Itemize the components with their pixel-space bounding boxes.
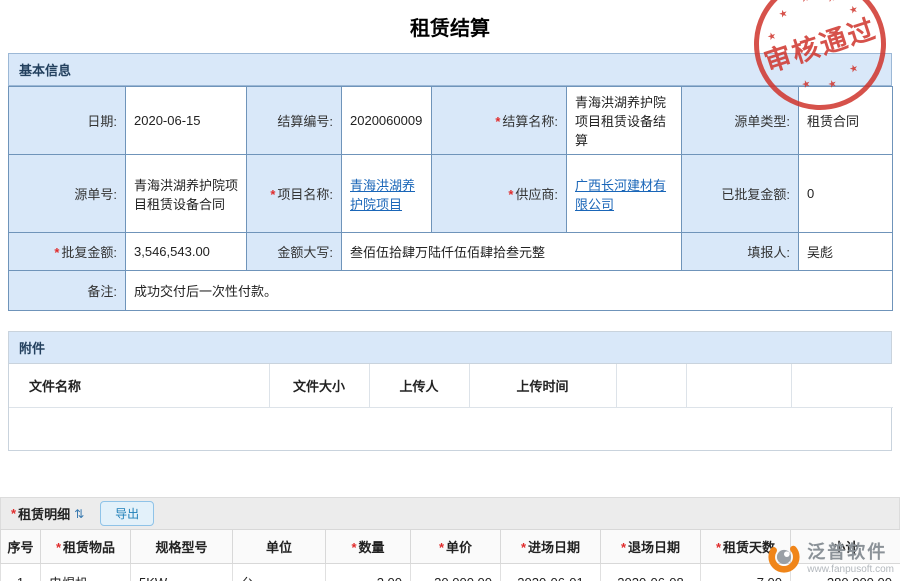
basic-info-table: 日期: 2020-06-15 结算编号: 2020060009 *结算名称: 青… xyxy=(8,86,893,311)
cell-unit: 台 xyxy=(233,564,326,581)
settle-no-value: 2020060009 xyxy=(342,87,432,155)
col-price: *单价 xyxy=(411,530,501,564)
cell-item: 电焊机 xyxy=(41,564,131,581)
col-empty xyxy=(791,364,893,408)
detail-header-row: 序号 *租赁物品 规格型号 单位 *数量 *单价 *进场日期 *退场日期 *租赁… xyxy=(1,530,900,564)
approved-amount-label: 已批复金额: xyxy=(682,155,799,233)
settle-name-value: 青海洪湖养护院项目租赁设备结算 xyxy=(567,87,682,155)
required-asterisk: * xyxy=(621,540,626,555)
col-file-size: 文件大小 xyxy=(269,364,369,408)
rental-detail-bar: * 租赁明细 ⇅ 导出 xyxy=(0,497,900,529)
col-enter-date: *进场日期 xyxy=(501,530,601,564)
settle-no-label: 结算编号: xyxy=(247,87,342,155)
basic-info-section: 基本信息 日期: 2020-06-15 结算编号: 2020060009 *结算… xyxy=(8,53,892,311)
cell-seq: 1 xyxy=(1,564,41,581)
reporter-label: 填报人: xyxy=(682,233,799,271)
sort-arrows-icon[interactable]: ⇅ xyxy=(74,507,84,521)
attachments-header: 附件 xyxy=(9,332,891,364)
amount-caps-value: 叁佰伍拾肆万陆仟伍佰肆拾叁元整 xyxy=(342,233,682,271)
required-asterisk: * xyxy=(56,540,61,555)
project-label: *项目名称: xyxy=(247,155,342,233)
page: 租赁结算 ★ ★ ★ ★ ★ ★ ★ ★ 审核通过 基本信息 日期: 2020-… xyxy=(0,0,900,581)
col-exit-date: *退场日期 xyxy=(601,530,701,564)
detail-row: 1 电焊机 5KW 台 2.00 20,000.00 2020-06-01 20… xyxy=(1,564,900,581)
required-asterisk: * xyxy=(521,540,526,555)
basic-row-1: 日期: 2020-06-15 结算编号: 2020060009 *结算名称: 青… xyxy=(9,87,893,155)
col-subtotal: 小计 xyxy=(791,530,900,564)
attachments-empty-area xyxy=(9,408,891,450)
col-item: *租赁物品 xyxy=(41,530,131,564)
date-label: 日期: xyxy=(9,87,126,155)
required-asterisk: * xyxy=(11,506,16,521)
col-empty xyxy=(686,364,791,408)
source-no-label: 源单号: xyxy=(9,155,126,233)
project-link[interactable]: 青海洪湖养护院项目 xyxy=(350,178,415,212)
cell-qty: 2.00 xyxy=(326,564,411,581)
approved-amount-value: 0 xyxy=(799,155,893,233)
col-days: *租赁天数 xyxy=(701,530,791,564)
attachments-table: 文件名称 文件大小 上传人 上传时间 xyxy=(9,364,893,408)
attachments-section: 附件 文件名称 文件大小 上传人 上传时间 xyxy=(8,331,892,451)
supplier-label: *供应商: xyxy=(432,155,567,233)
basic-info-header: 基本信息 xyxy=(8,53,892,86)
col-spec: 规格型号 xyxy=(131,530,233,564)
required-asterisk: * xyxy=(495,114,500,129)
page-title: 租赁结算 xyxy=(0,0,900,53)
basic-row-2: 源单号: 青海洪湖养护院项目租赁设备合同 *项目名称: 青海洪湖养护院项目 *供… xyxy=(9,155,893,233)
rental-detail-section: * 租赁明细 ⇅ 导出 序号 *租赁物品 规格型号 单位 *数量 *单价 *进场… xyxy=(0,497,900,581)
approval-amount-label: *批复金额: xyxy=(9,233,126,271)
required-asterisk: * xyxy=(270,187,275,202)
settle-name-label: *结算名称: xyxy=(432,87,567,155)
attachments-header-row: 文件名称 文件大小 上传人 上传时间 xyxy=(9,364,893,408)
reporter-value: 吴彪 xyxy=(799,233,893,271)
cell-spec: 5KW xyxy=(131,564,233,581)
cell-exit-date: 2020-06-08 xyxy=(601,564,701,581)
required-asterisk: * xyxy=(439,540,444,555)
date-value: 2020-06-15 xyxy=(126,87,247,155)
approval-amount-value: 3,546,543.00 xyxy=(126,233,247,271)
cell-subtotal: 280,000.00 xyxy=(791,564,900,581)
project-value: 青海洪湖养护院项目 xyxy=(342,155,432,233)
cell-days: 7.00 xyxy=(701,564,791,581)
rental-detail-table: 序号 *租赁物品 规格型号 单位 *数量 *单价 *进场日期 *退场日期 *租赁… xyxy=(0,529,900,581)
source-type-value: 租赁合同 xyxy=(799,87,893,155)
basic-row-4: 备注: 成功交付后一次性付款。 xyxy=(9,271,893,311)
rental-detail-title: 租赁明细 xyxy=(18,504,70,523)
source-no-value: 青海洪湖养护院项目租赁设备合同 xyxy=(126,155,247,233)
amount-caps-label: 金额大写: xyxy=(247,233,342,271)
remark-label: 备注: xyxy=(9,271,126,311)
col-file-name: 文件名称 xyxy=(9,364,269,408)
source-type-label: 源单类型: xyxy=(682,87,799,155)
col-empty xyxy=(616,364,686,408)
cell-price: 20,000.00 xyxy=(411,564,501,581)
cell-enter-date: 2020-06-01 xyxy=(501,564,601,581)
required-asterisk: * xyxy=(508,187,513,202)
export-button[interactable]: 导出 xyxy=(100,501,154,526)
col-qty: *数量 xyxy=(326,530,411,564)
remark-value: 成功交付后一次性付款。 xyxy=(126,271,893,311)
required-asterisk: * xyxy=(54,245,59,260)
basic-row-3: *批复金额: 3,546,543.00 金额大写: 叁佰伍拾肆万陆仟伍佰肆拾叁元… xyxy=(9,233,893,271)
col-seq: 序号 xyxy=(1,530,41,564)
supplier-value: 广西长河建材有限公司 xyxy=(567,155,682,233)
required-asterisk: * xyxy=(716,540,721,555)
col-unit: 单位 xyxy=(233,530,326,564)
required-asterisk: * xyxy=(351,540,356,555)
supplier-link[interactable]: 广西长河建材有限公司 xyxy=(575,178,666,212)
col-upload-time: 上传时间 xyxy=(469,364,616,408)
col-uploader: 上传人 xyxy=(369,364,469,408)
